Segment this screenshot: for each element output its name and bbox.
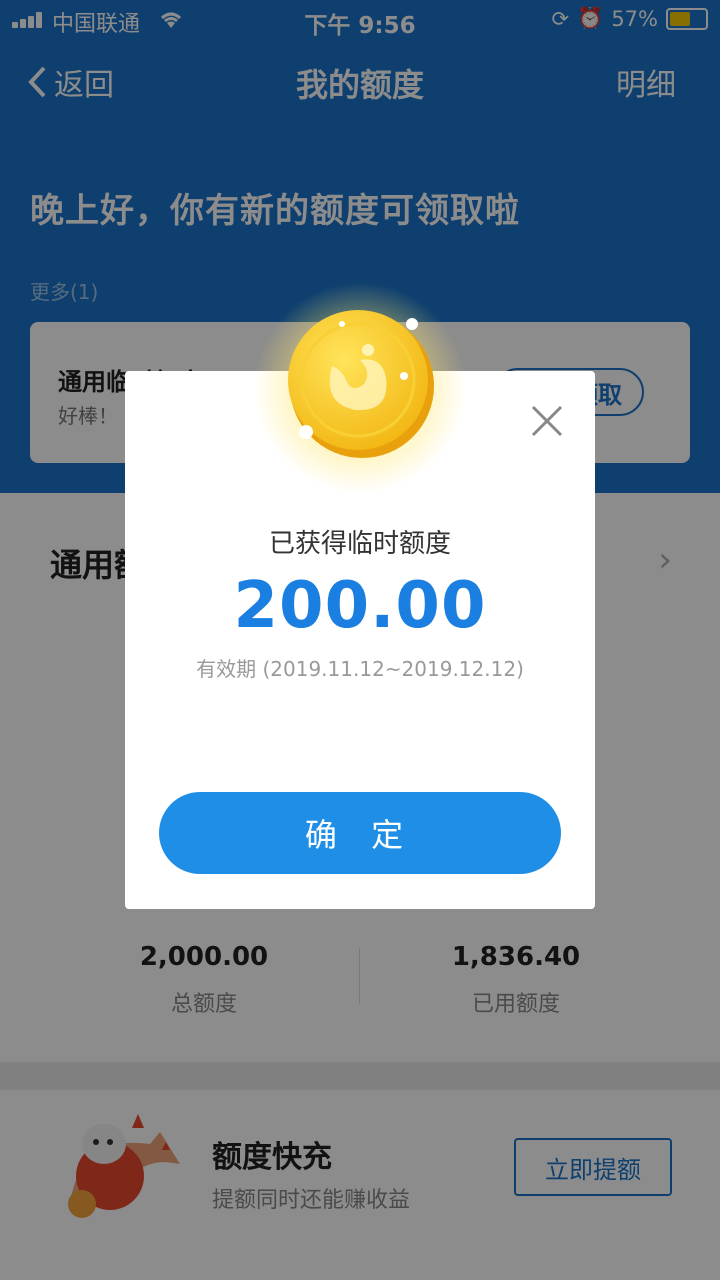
coin-icon (252, 280, 468, 496)
dialog-title: 已获得临时额度 (268, 529, 451, 559)
confirm-button[interactable]: 确 定 (159, 792, 561, 874)
dialog-validity: 有效期 (2019.11.12~2019.12.12) (196, 657, 524, 681)
dialog-amount: 200.00 (233, 569, 487, 643)
close-icon[interactable] (529, 403, 565, 439)
